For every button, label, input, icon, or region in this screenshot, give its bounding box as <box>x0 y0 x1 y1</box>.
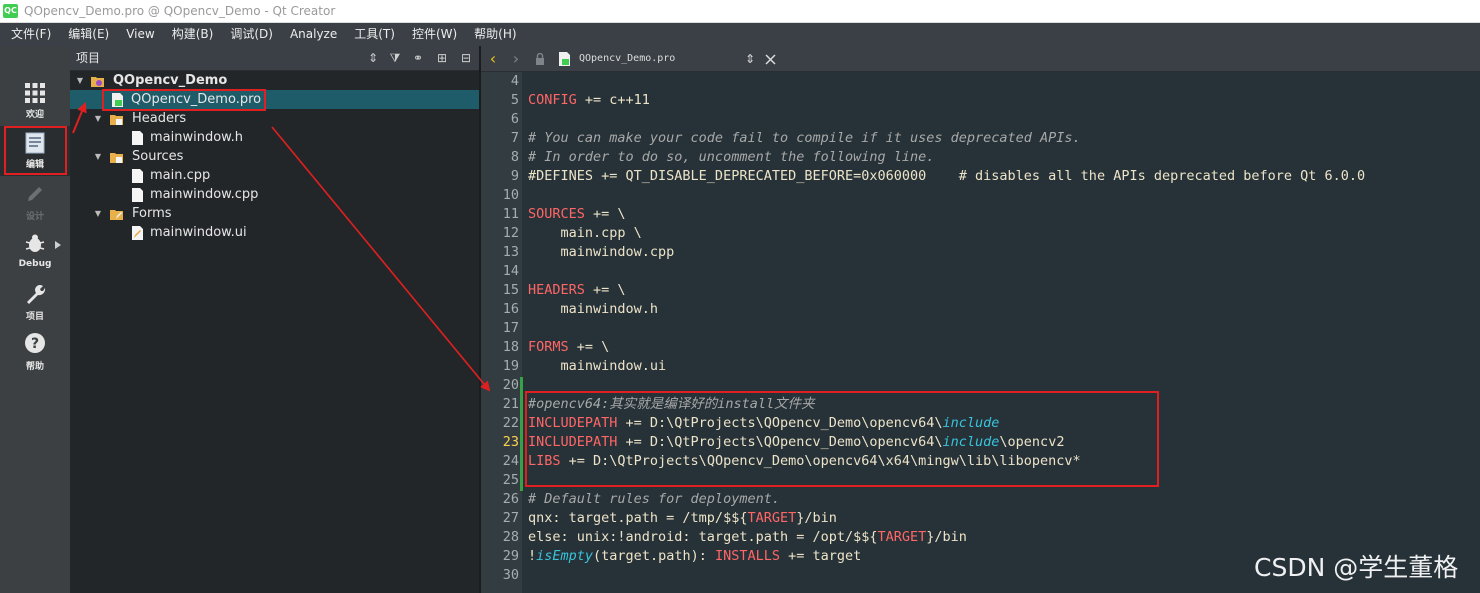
watermark: CSDN @学生董格 <box>1254 553 1459 582</box>
annotation-arrows <box>72 102 491 392</box>
annotation-arrow-to-config <box>271 126 491 392</box>
annotation-arrow-to-pro-file <box>72 102 87 134</box>
